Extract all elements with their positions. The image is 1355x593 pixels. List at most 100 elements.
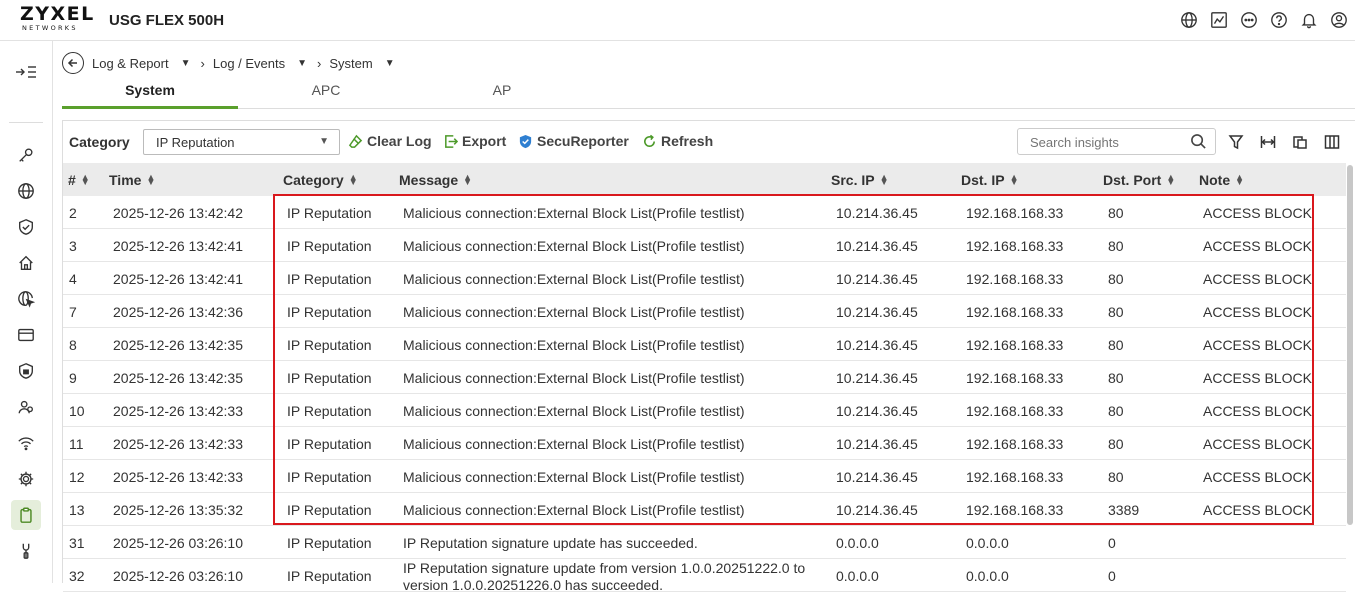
table-row[interactable]: 11 2025-12-26 13:42:33 IP Reputation Malici… [63,427,1346,460]
card-icon[interactable] [11,320,41,350]
cell-dst-ip: 0.0.0.0 [966,535,1009,551]
cell-src-ip: 0.0.0.0 [836,535,879,551]
sort-icon[interactable]: ▲ ▼ [349,173,358,187]
export-button[interactable]: Export [443,133,506,149]
sort-icon[interactable]: ▲ ▼ [1235,173,1244,187]
wrench-icon[interactable] [11,536,41,566]
column-header-dst-port[interactable]: Dst. Port ▲ ▼ [1103,172,1175,188]
bell-icon[interactable] [1299,10,1319,30]
table-row[interactable]: 32 2025-12-26 03:26:10 IP Reputation IP Rep… [63,559,1346,593]
cell-time: 2025-12-26 13:42:36 [113,304,243,320]
sort-icon[interactable]: ▲ ▼ [1010,173,1019,187]
search-icon[interactable] [1190,133,1207,155]
cell-note: ACCESS BLOCK [1203,370,1312,386]
table-row[interactable]: 4 2025-12-26 13:42:41 IP Reputation Malicio… [63,262,1346,295]
table-row[interactable]: 12 2025-12-26 13:42:33 IP Reputation Malici… [63,460,1346,493]
users-icon[interactable] [11,392,41,422]
column-width-icon[interactable] [1258,132,1278,152]
key-icon[interactable] [11,140,41,170]
columns-icon[interactable] [1322,132,1342,152]
cell-note: ACCESS BLOCK [1203,337,1312,353]
category-select[interactable]: IP Reputation ▼ [143,129,340,155]
back-arrow-icon[interactable] [62,52,84,74]
zyxel-logo[interactable]: ZYXEL NETWORKS [20,5,94,35]
globe-icon[interactable] [11,176,41,206]
cell-time: 2025-12-26 13:42:35 [113,370,243,386]
tab-system[interactable]: System [62,82,238,109]
gear-icon[interactable] [11,464,41,494]
caret-down-icon[interactable]: ▼ [181,58,191,69]
cell-time: 2025-12-26 13:42:33 [113,469,243,485]
category-label: Category [69,134,130,150]
column-header-dst-ip[interactable]: Dst. IP ▲ ▼ [961,172,1019,188]
cell-time: 2025-12-26 13:42:35 [113,337,243,353]
expand-menu-icon[interactable] [13,61,39,83]
header-label: Category [283,172,344,188]
table-row[interactable]: 9 2025-12-26 13:42:35 IP Reputation Malicio… [63,361,1346,394]
breadcrumb-label: System [329,55,373,71]
cell-category: IP Reputation [287,205,372,221]
secureporter-button[interactable]: SecuReporter [518,133,629,149]
cell-index: 10 [69,403,85,419]
table-row[interactable]: 8 2025-12-26 13:42:35 IP Reputation Malicio… [63,328,1346,361]
cell-dst-port: 80 [1108,469,1124,485]
table-row[interactable]: 31 2025-12-26 03:26:10 IP Reputation IP Rep… [63,526,1346,559]
breadcrumb-item[interactable]: Log & Report ▼ › [92,56,213,71]
column-header-src-ip[interactable]: Src. IP ▲ ▼ [831,172,889,188]
cell-message: Malicious connection:External Block List… [403,370,745,386]
cell-note: ACCESS BLOCK [1203,502,1312,518]
breadcrumb-item[interactable]: Log / Events ▼ › [213,56,330,71]
tab-ap[interactable]: AP [414,82,590,109]
column-header-index[interactable]: # ▲ ▼ [68,172,90,188]
more-icon[interactable] [1239,10,1259,30]
column-header-time[interactable]: Time ▲ ▼ [109,172,155,188]
scrollbar-thumb[interactable] [1347,165,1353,525]
caret-down-icon[interactable]: ▼ [385,58,395,69]
clipboard-icon[interactable] [11,500,41,530]
sort-icon[interactable]: ▲ ▼ [81,173,90,187]
column-header-note[interactable]: Note ▲ ▼ [1199,172,1244,188]
shield-lock-icon[interactable] [11,356,41,386]
tab-apc[interactable]: APC [238,82,414,109]
header-label: Src. IP [831,172,875,188]
cell-dst-ip: 192.168.168.33 [966,271,1064,287]
sort-icon[interactable]: ▲ ▼ [146,173,155,187]
table-row[interactable]: 13 2025-12-26 13:35:32 IP Reputation Malici… [63,493,1346,526]
column-header-category[interactable]: Category ▲ ▼ [283,172,358,188]
help-icon[interactable] [1269,10,1289,30]
cell-message: IP Reputation signature update from vers… [403,560,806,593]
table-row[interactable]: 3 2025-12-26 13:42:41 IP Reputation Malicio… [63,229,1346,262]
cell-src-ip: 10.214.36.45 [836,469,918,485]
table-row[interactable]: 2 2025-12-26 13:42:42 IP Reputation Malicio… [63,196,1346,229]
chart-icon[interactable] [1209,10,1229,30]
table-row[interactable]: 7 2025-12-26 13:42:36 IP Reputation Malicio… [63,295,1346,328]
cell-dst-ip: 192.168.168.33 [966,304,1064,320]
cell-dst-port: 80 [1108,403,1124,419]
category-value: IP Reputation [156,135,235,150]
table-row[interactable]: 10 2025-12-26 13:42:33 IP Reputation Malici… [63,394,1346,427]
vertical-scrollbar[interactable] [1347,163,1353,583]
cell-category: IP Reputation [287,403,372,419]
breadcrumb-item[interactable]: System ▼ [329,56,404,71]
user-icon[interactable] [1329,10,1349,30]
shield-check-icon[interactable] [11,212,41,242]
caret-down-icon[interactable]: ▼ [297,58,307,69]
header-label: Dst. Port [1103,172,1162,188]
search-input[interactable] [1018,129,1178,156]
cell-src-ip: 10.214.36.45 [836,238,918,254]
sort-icon[interactable]: ▲ ▼ [1166,173,1175,187]
clear-log-button[interactable]: Clear Log [348,133,432,149]
refresh-button[interactable]: Refresh [642,133,713,149]
secureporter-icon [519,134,532,148]
cell-note: ACCESS BLOCK [1203,436,1312,452]
globe-cursor-icon[interactable] [11,284,41,314]
globe-icon[interactable] [1179,10,1199,30]
sort-icon[interactable]: ▲ ▼ [880,173,889,187]
copy-icon[interactable] [1290,132,1310,152]
cell-message: Malicious connection:External Block List… [403,337,745,353]
wifi-icon[interactable] [11,428,41,458]
column-header-message[interactable]: Message ▲ ▼ [399,172,472,188]
filter-icon[interactable] [1226,132,1246,152]
sort-icon[interactable]: ▲ ▼ [463,173,472,187]
cloud-home-icon[interactable] [11,248,41,278]
